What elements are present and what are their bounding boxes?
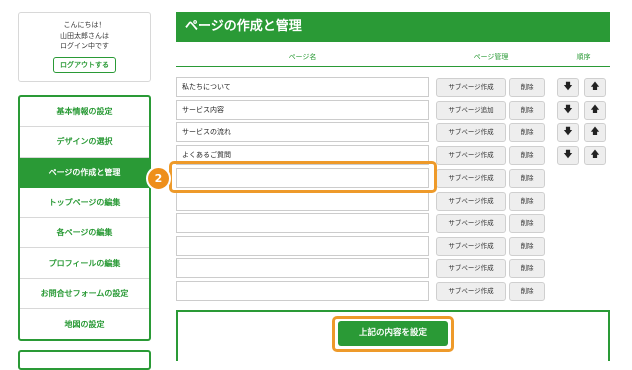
user-greeting: こんにちは！ 山田太郎さんは ログイン中です	[19, 20, 150, 52]
arrow-up-icon: 🡅	[590, 150, 600, 160]
step-number-badge: 2	[146, 166, 171, 191]
delete-button[interactable]: 削除	[509, 259, 545, 278]
subpage-button[interactable]: サブページ作成	[436, 169, 506, 188]
sidebar-menu: 基本情報の設定 デザインの選択 ページの作成と管理 トップページの編集 各ページ…	[18, 95, 151, 342]
move-down-button[interactable]: 🡇	[557, 78, 579, 97]
delete-button[interactable]: 削除	[509, 101, 545, 120]
subpage-button[interactable]: サブページ作成	[436, 214, 506, 233]
page-name-input[interactable]: 私たちについて	[176, 77, 429, 97]
move-up-button[interactable]: 🡅	[584, 146, 606, 165]
greeting-text: こんにちは！	[63, 21, 106, 29]
column-header-page-manage: ページ管理	[473, 53, 509, 61]
sidebar-item-contact-form[interactable]: お問合せフォームの設定	[20, 279, 149, 310]
table-row: サービスの流れ サブページ作成 削除 🡇 🡅	[176, 122, 610, 142]
move-down-button[interactable]: 🡇	[557, 123, 579, 142]
login-status-text: ログイン中です	[60, 42, 109, 50]
sidebar-item-pages[interactable]: ページの作成と管理	[20, 157, 149, 188]
subpage-button[interactable]: サブページ作成	[436, 282, 506, 301]
delete-button[interactable]: 削除	[509, 146, 545, 165]
page-name-input[interactable]	[176, 213, 429, 233]
column-header-page-name: ページ名	[288, 53, 317, 61]
page-name-input[interactable]	[176, 281, 429, 301]
logout-button[interactable]: ログアウトする	[53, 56, 116, 73]
arrow-up-icon: 🡅	[590, 127, 600, 137]
move-up-button[interactable]: 🡅	[584, 78, 606, 97]
user-info-box: こんにちは！ 山田太郎さんは ログイン中です ログアウトする	[18, 12, 151, 82]
user-name-text: 山田太郎さんは	[60, 31, 109, 40]
table-row: サブページ作成 削除	[176, 258, 610, 278]
subpage-button[interactable]: サブページ作成	[436, 78, 506, 97]
table-row: サービス内容 サブページ追加 削除 🡇 🡅	[176, 100, 610, 120]
page-name-input[interactable]	[176, 258, 429, 278]
sidebar-item-top-page[interactable]: トップページの編集	[20, 188, 149, 219]
delete-button[interactable]: 削除	[509, 169, 545, 188]
move-up-button[interactable]: 🡅	[584, 101, 606, 120]
delete-button[interactable]: 削除	[509, 214, 545, 233]
page-name-input[interactable]: サービスの流れ	[176, 122, 429, 142]
delete-button[interactable]: 削除	[509, 282, 545, 301]
table-row: 私たちについて サブページ作成 削除 🡇 🡅	[176, 77, 610, 97]
page-title: ページの作成と管理	[176, 12, 610, 42]
delete-button[interactable]: 削除	[509, 78, 545, 97]
sidebar-item-design[interactable]: デザインの選択	[20, 127, 149, 158]
arrow-down-icon: 🡇	[563, 127, 573, 137]
arrow-up-icon: 🡅	[590, 82, 600, 92]
arrow-down-icon: 🡇	[563, 105, 573, 115]
subpage-button[interactable]: サブページ作成	[436, 123, 506, 142]
move-up-button[interactable]: 🡅	[584, 123, 606, 142]
page-name-input[interactable]: サービス内容	[176, 100, 429, 120]
sidebar-item-profile[interactable]: プロフィールの編集	[20, 248, 149, 279]
move-down-button[interactable]: 🡇	[557, 101, 579, 120]
delete-button[interactable]: 削除	[509, 192, 545, 211]
arrow-down-icon: 🡇	[563, 82, 573, 92]
table-row: サブページ作成 削除	[176, 191, 610, 211]
page-name-input[interactable]	[176, 191, 429, 211]
page-name-input[interactable]	[176, 236, 429, 256]
table-row: サブページ作成 削除	[176, 236, 610, 256]
submit-button[interactable]: 上記の内容を設定	[338, 321, 448, 346]
move-down-button[interactable]: 🡇	[557, 146, 579, 165]
subpage-button[interactable]: サブページ作成	[436, 237, 506, 256]
subpage-button[interactable]: サブページ追加	[436, 101, 506, 120]
table-row: サブページ作成 削除	[176, 213, 610, 233]
sidebar-item-basic-info[interactable]: 基本情報の設定	[20, 97, 149, 128]
table-row: サブページ作成 削除	[176, 281, 610, 301]
sidebar-item-map[interactable]: 地図の設定	[20, 309, 149, 339]
header-divider	[176, 66, 610, 67]
subpage-button[interactable]: サブページ作成	[436, 146, 506, 165]
sidebar-item-each-page[interactable]: 各ページの編集	[20, 218, 149, 249]
arrow-up-icon: 🡅	[590, 105, 600, 115]
highlight-ring-input	[169, 161, 437, 193]
subpage-button[interactable]: サブページ作成	[436, 259, 506, 278]
delete-button[interactable]: 削除	[509, 123, 545, 142]
column-header-order: 順序	[576, 53, 591, 61]
arrow-down-icon: 🡇	[563, 150, 573, 160]
sidebar-secondary-box	[18, 350, 151, 370]
delete-button[interactable]: 削除	[509, 237, 545, 256]
subpage-button[interactable]: サブページ作成	[436, 192, 506, 211]
